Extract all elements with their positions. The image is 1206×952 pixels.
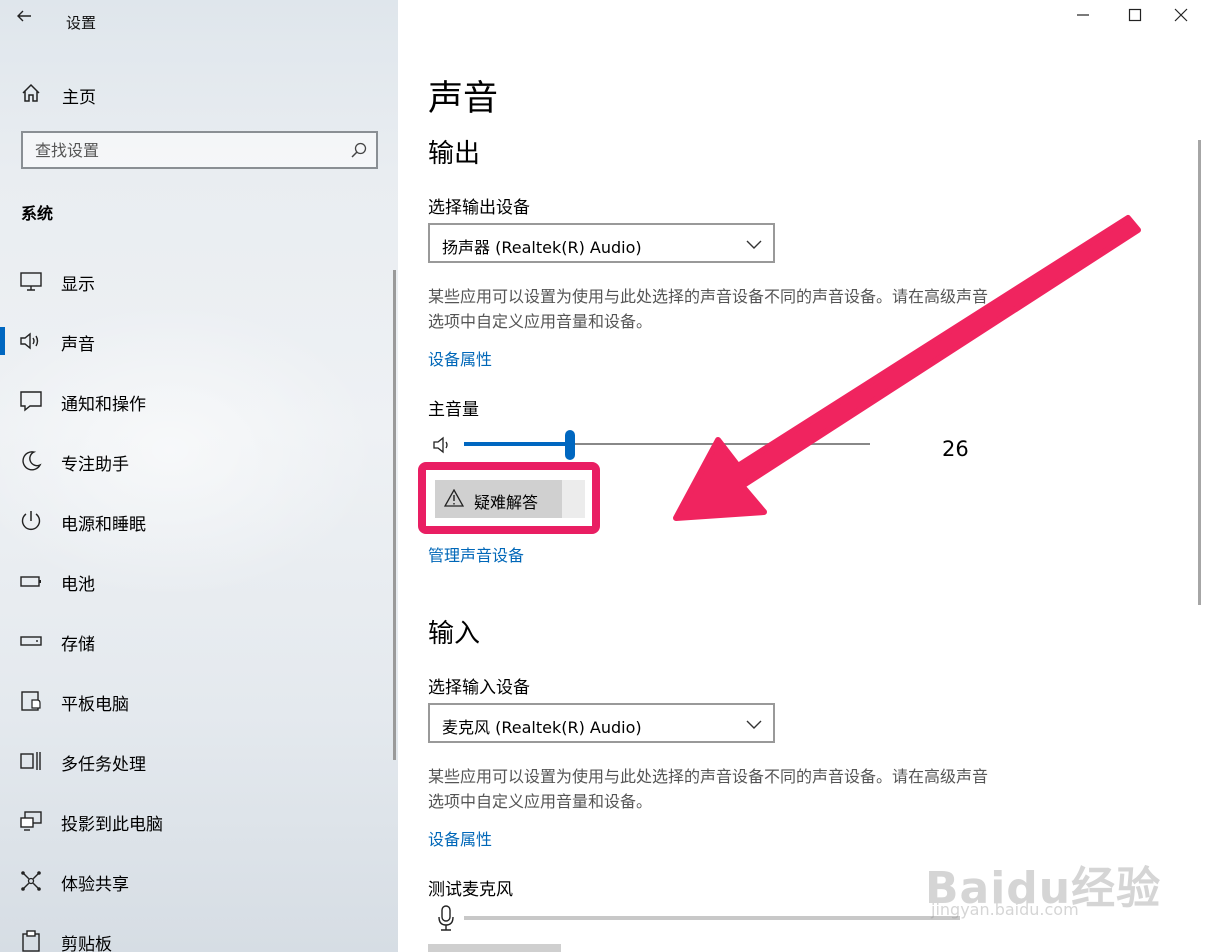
moon-icon [19, 449, 43, 473]
close-icon [1174, 8, 1188, 22]
multitask-icon [19, 749, 43, 773]
sidebar-item-11[interactable]: 体验共享 [0, 859, 398, 903]
minimize-icon [1077, 14, 1089, 16]
master-volume-row [428, 430, 988, 462]
watermark: Baidu经验 jingyan.baidu.com [925, 822, 1165, 922]
volume-slider-fill [464, 442, 570, 446]
chevron-down-icon [745, 716, 763, 730]
output-device-label: 选择输出设备 [428, 198, 530, 218]
input-device-properties-link[interactable]: 设备属性 [428, 826, 492, 850]
sidebar-item-label: 通知和操作 [61, 395, 146, 415]
sidebar-item-1[interactable]: 显示 [0, 259, 398, 303]
input-description: 某些应用可以设置为使用与此处选择的声音设备不同的声音设备。请在高级声音选项中自定… [428, 767, 989, 811]
maximize-button[interactable] [1112, 0, 1158, 34]
home-icon [20, 82, 42, 104]
sidebar-item-2[interactable]: 声音 [0, 319, 398, 363]
sidebar-home-label: 主页 [62, 88, 96, 108]
volume-slider-thumb[interactable] [564, 430, 575, 460]
main-scrollbar[interactable] [1198, 140, 1201, 605]
speaker-icon [19, 329, 43, 353]
back-button[interactable] [14, 6, 38, 28]
output-heading: 输出 [428, 139, 481, 169]
monitor-icon [19, 269, 43, 293]
sidebar-item-5[interactable]: 电源和睡眠 [0, 499, 398, 543]
microphone-icon [436, 904, 456, 932]
microphone-level-meter [464, 916, 960, 920]
input-device-label: 选择输入设备 [428, 678, 530, 698]
volume-slider[interactable] [464, 430, 870, 460]
sidebar-section-label: 系统 [21, 204, 54, 223]
output-device-select[interactable]: 扬声器 (Realtek(R) Audio) [428, 223, 775, 263]
troubleshoot-label: 疑难解答 [474, 493, 539, 512]
minimize-button[interactable] [1060, 0, 1106, 34]
sidebar-item-label: 存储 [61, 635, 95, 655]
output-description: 某些应用可以设置为使用与此处选择的声音设备不同的声音设备。请在高级声音选项中自定… [428, 287, 989, 331]
input-device-value: 麦克风 (Realtek(R) Audio) [442, 718, 642, 737]
sidebar-item-label: 声音 [61, 335, 95, 355]
app-title: 设置 [66, 14, 97, 32]
sidebar-item-10[interactable]: 投影到此电脑 [0, 799, 398, 843]
sidebar-item-7[interactable]: 存储 [0, 619, 398, 663]
input-heading: 输入 [428, 619, 481, 649]
clipboard-icon [19, 929, 43, 952]
page-title: 声音 [428, 79, 499, 119]
warning-icon [443, 488, 465, 507]
microphone-level-row [428, 900, 988, 936]
maximize-icon [1128, 8, 1142, 22]
storage-icon [19, 629, 43, 653]
sidebar-item-12[interactable]: 剪贴板 [0, 919, 398, 952]
search-input[interactable] [23, 133, 343, 167]
volume-value: 26 [942, 437, 969, 461]
manage-sound-devices-link[interactable]: 管理声音设备 [428, 542, 524, 566]
troubleshoot-button[interactable]: 疑难解答 [435, 480, 585, 518]
speaker-icon[interactable] [432, 435, 452, 455]
sidebar-item-label: 投影到此电脑 [61, 815, 163, 835]
sidebar-item-8[interactable]: 平板电脑 [0, 679, 398, 723]
sidebar-scrollbar[interactable] [393, 270, 396, 760]
sidebar-item-6[interactable]: 电池 [0, 559, 398, 603]
power-icon [19, 509, 43, 533]
battery-icon [19, 569, 43, 593]
main-content: 声音 输出 选择输出设备 扬声器 (Realtek(R) Audio) 某些应用… [398, 0, 1206, 952]
watermark-url: jingyan.baidu.com [931, 900, 1079, 919]
close-button[interactable] [1158, 0, 1204, 34]
sidebar-item-label: 电源和睡眠 [61, 515, 146, 535]
search-box[interactable] [21, 131, 378, 169]
output-device-value: 扬声器 (Realtek(R) Audio) [442, 238, 642, 257]
input-device-select[interactable]: 麦克风 (Realtek(R) Audio) [428, 703, 775, 743]
share-icon [19, 869, 43, 893]
sidebar-item-label: 平板电脑 [61, 695, 129, 715]
chevron-down-icon [745, 236, 763, 250]
back-arrow-icon [17, 10, 31, 22]
sidebar-item-label: 显示 [61, 275, 95, 295]
search-icon[interactable] [350, 141, 368, 159]
tablet-icon [19, 689, 43, 713]
message-icon [19, 389, 43, 413]
input-troubleshoot-button[interactable] [428, 944, 561, 952]
sidebar-item-label: 专注助手 [61, 455, 129, 475]
sidebar-item-label: 电池 [61, 575, 95, 595]
sidebar: 设置 主页 系统 显示声音通知和操作专注助手电源和睡眠电池存储平板电脑多任务处理… [0, 0, 398, 952]
sidebar-item-label: 多任务处理 [61, 755, 146, 775]
sidebar-item-3[interactable]: 通知和操作 [0, 379, 398, 423]
output-device-properties-link[interactable]: 设备属性 [428, 346, 492, 370]
sidebar-item-4[interactable]: 专注助手 [0, 439, 398, 483]
project-icon [19, 809, 43, 833]
sidebar-home[interactable]: 主页 [0, 76, 398, 112]
test-microphone-label: 测试麦克风 [428, 880, 513, 900]
sidebar-item-9[interactable]: 多任务处理 [0, 739, 398, 783]
sidebar-item-label: 体验共享 [61, 875, 129, 895]
sidebar-item-label: 剪贴板 [61, 935, 112, 952]
master-volume-label: 主音量 [428, 400, 479, 420]
